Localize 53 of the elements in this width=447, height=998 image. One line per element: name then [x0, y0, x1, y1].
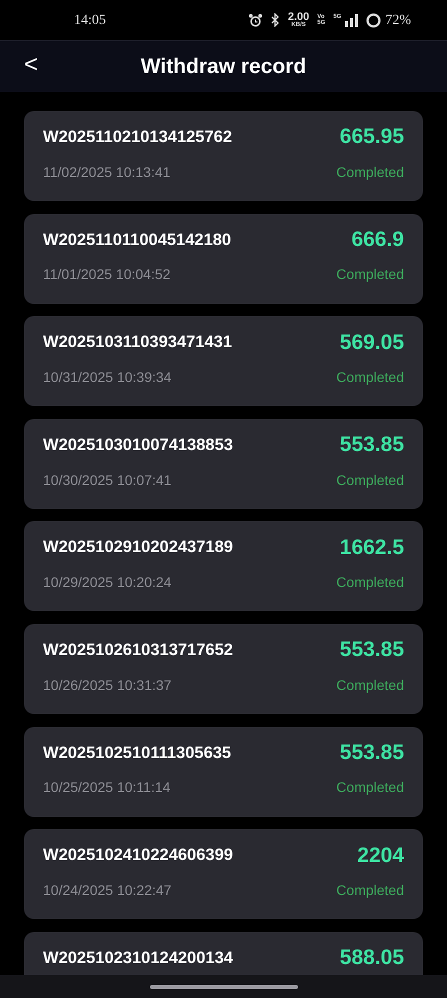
record-date: 10/30/2025 10:07:41 [43, 470, 172, 490]
record-date: 10/31/2025 10:39:34 [43, 368, 172, 387]
clock-time: 14:05 [74, 12, 106, 30]
record-amount: 588.05 [340, 946, 404, 970]
back-button[interactable]: < [18, 51, 44, 79]
record-amount: 666.9 [351, 228, 404, 252]
record-id: W2025110210134125762 [43, 127, 232, 148]
record-id: W2025103010074138853 [43, 434, 233, 456]
record-status: Completed [336, 676, 404, 695]
record-status: Completed [336, 162, 404, 182]
record-amount: 553.85 [340, 433, 404, 458]
record-date: 11/01/2025 10:04:52 [43, 265, 170, 284]
record-amount: 2204 [357, 844, 404, 868]
record-date: 11/02/2025 10:13:41 [43, 162, 170, 182]
record-date: 10/24/2025 10:22:47 [43, 880, 172, 900]
record-card[interactable]: W2025102310124200134 588.05 [24, 932, 423, 975]
record-date: 10/26/2025 10:31:37 [43, 676, 172, 695]
record-id: W2025102410224606399 [43, 845, 233, 866]
record-amount: 1662.5 [340, 536, 404, 560]
record-amount: 553.85 [340, 740, 404, 765]
record-card[interactable]: W2025102910202437189 1662.5 10/29/2025 10:20:24 Completed [24, 521, 423, 612]
home-indicator[interactable] [150, 984, 298, 988]
alarm-icon [248, 12, 263, 28]
battery-level: 72% [385, 12, 411, 30]
record-card[interactable]: W2025110210134125762 665.95 11/02/2025 10:13:41 Completed [24, 111, 423, 201]
record-card[interactable]: W2025110110045142180 666.9 11/01/2025 10:04:52 Completed [24, 214, 423, 304]
record-amount: 665.95 [340, 125, 404, 150]
record-date: 10/29/2025 10:20:24 [43, 573, 172, 592]
record-card[interactable]: W2025103110393471431 569.05 10/31/2025 10:39:34 Completed [24, 316, 423, 406]
record-status: Completed [336, 880, 404, 900]
record-amount: 553.85 [340, 638, 404, 662]
page-title: Withdraw record [140, 54, 306, 80]
record-id: W2025102510111305635 [43, 742, 232, 764]
record-amount: 569.05 [340, 330, 404, 355]
record-date: 10/25/2025 10:11:14 [43, 778, 170, 798]
record-status: Completed [336, 778, 404, 798]
record-card[interactable]: W2025102510111305635 553.85 10/25/2025 10:11:14 Completed [24, 726, 423, 817]
record-id: W2025102910202437189 [43, 537, 233, 558]
battery-ring-icon [366, 12, 382, 28]
record-id: W2025103110393471431 [43, 332, 232, 354]
signal-icon [345, 14, 358, 26]
record-card[interactable]: W2025102610313717652 553.85 10/26/2025 10:31:37 Completed [24, 624, 423, 714]
record-card[interactable]: W2025103010074138853 553.85 10/30/2025 10:07:41 Completed [24, 418, 423, 509]
record-id: W2025102310124200134 [43, 948, 233, 969]
record-status: Completed [336, 470, 404, 490]
record-status: Completed [336, 265, 404, 284]
record-id: W2025110110045142180 [43, 230, 232, 251]
bluetooth-icon [270, 13, 280, 27]
record-status: Completed [336, 573, 404, 592]
record-id: W2025102610313717652 [43, 640, 233, 661]
network-speed: 2.00 [288, 12, 310, 22]
record-card[interactable]: W2025102410224606399 2204 10/24/2025 10:22:47 Completed [24, 829, 423, 920]
record-status: Completed [336, 368, 404, 387]
